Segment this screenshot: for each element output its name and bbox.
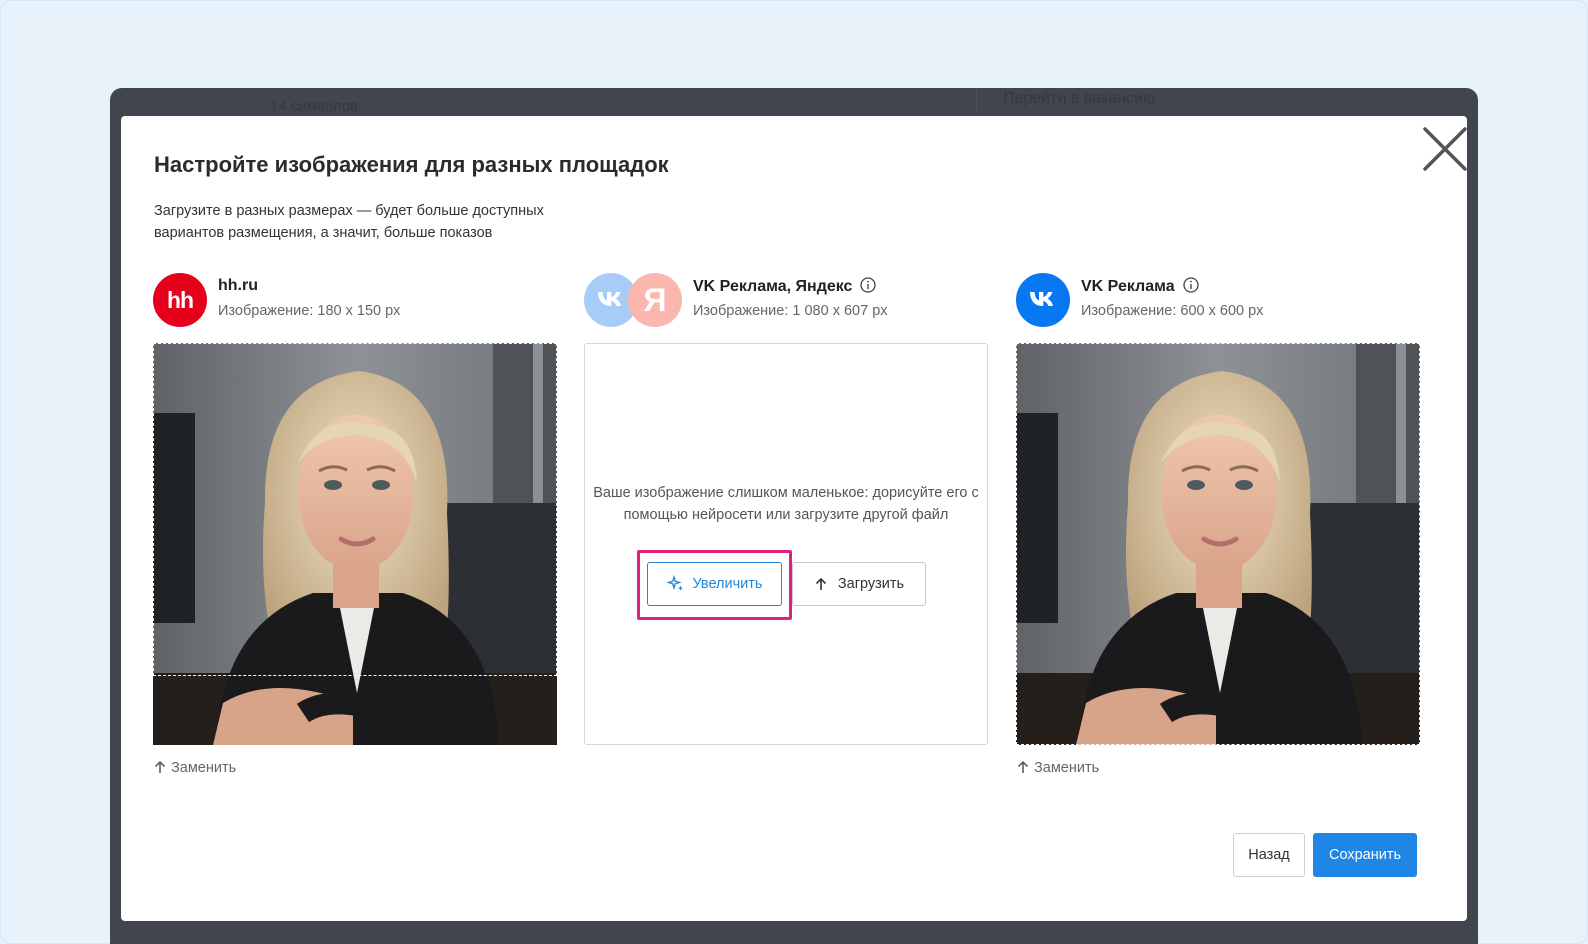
close-button[interactable] — [1422, 126, 1468, 172]
arrow-up-icon — [1017, 760, 1029, 773]
platform-size: Изображение: 600 x 600 px — [1081, 303, 1264, 319]
image-settings-modal: Настройте изображения для разных площадо… — [121, 116, 1467, 921]
bg-char-count: 14 символов — [270, 98, 359, 115]
platform-name: VK Реклама — [1081, 278, 1175, 295]
bg-vacancy-link: Перейти в вакансию — [1003, 90, 1156, 107]
platform-image-vk[interactable] — [1016, 343, 1420, 745]
replace-label: Заменить — [1034, 760, 1100, 776]
platform-size: Изображение: 1 080 x 607 px — [693, 303, 888, 319]
upload-button[interactable]: Загрузить — [792, 562, 926, 606]
enlarge-label: Увеличить — [692, 576, 763, 592]
platform-image-hh[interactable] — [153, 343, 557, 745]
platform-name-row: VK Реклама — [1081, 277, 1199, 296]
platform-name-row: VK Реклама, Яндекс — [693, 277, 877, 296]
yandex-logo-icon: Я — [628, 273, 682, 327]
hh-logo-icon: hh — [153, 273, 207, 327]
vk-logo-icon — [1016, 273, 1070, 327]
sparkle-icon — [666, 575, 683, 591]
replace-link-vk[interactable]: Заменить — [1016, 760, 1099, 776]
enlarge-button[interactable]: Увеличить — [647, 562, 782, 606]
save-button[interactable]: Сохранить — [1313, 833, 1417, 877]
portrait-photo — [153, 343, 557, 745]
upload-label: Загрузить — [837, 576, 905, 592]
platform-name: hh.ru — [218, 277, 258, 294]
back-button[interactable]: Назад — [1233, 833, 1305, 877]
image-placeholder: Ваше изображение слишком маленькое: дори… — [584, 343, 988, 745]
modal-subtitle: Загрузите в разных размерах — будет боль… — [154, 203, 544, 241]
platform-header-hh: hh hh.ru Изображение: 180 x 150 px — [153, 273, 557, 327]
close-icon — [1423, 127, 1467, 171]
portrait-photo — [1016, 343, 1420, 745]
platform-header-vk-yandex: Я VK Реклама, Яндекс Изображение: 1 080 … — [584, 273, 988, 327]
bg-separator — [976, 88, 977, 114]
arrow-up-icon — [815, 577, 826, 590]
platform-column-vk: VK Реклама Изображение: 600 x 600 px Зам… — [1016, 273, 1420, 776]
replace-link-hh[interactable]: Заменить — [153, 760, 236, 776]
replace-label: Заменить — [171, 760, 237, 776]
image-too-small-message: Ваше изображение слишком маленькое: дори… — [593, 485, 979, 523]
platform-name: VK Реклама, Яндекс — [693, 278, 853, 295]
info-icon[interactable] — [1182, 277, 1199, 293]
platform-column-hh: hh hh.ru Изображение: 180 x 150 px Замен… — [153, 273, 557, 776]
arrow-up-icon — [154, 760, 166, 773]
info-icon[interactable] — [860, 277, 877, 293]
platform-header-vk: VK Реклама Изображение: 600 x 600 px — [1016, 273, 1420, 327]
modal-title: Настройте изображения для разных площадо… — [154, 152, 669, 177]
platform-column-vk-yandex: Я VK Реклама, Яндекс Изображение: 1 080 … — [584, 273, 988, 745]
platform-size: Изображение: 180 x 150 px — [218, 303, 401, 319]
